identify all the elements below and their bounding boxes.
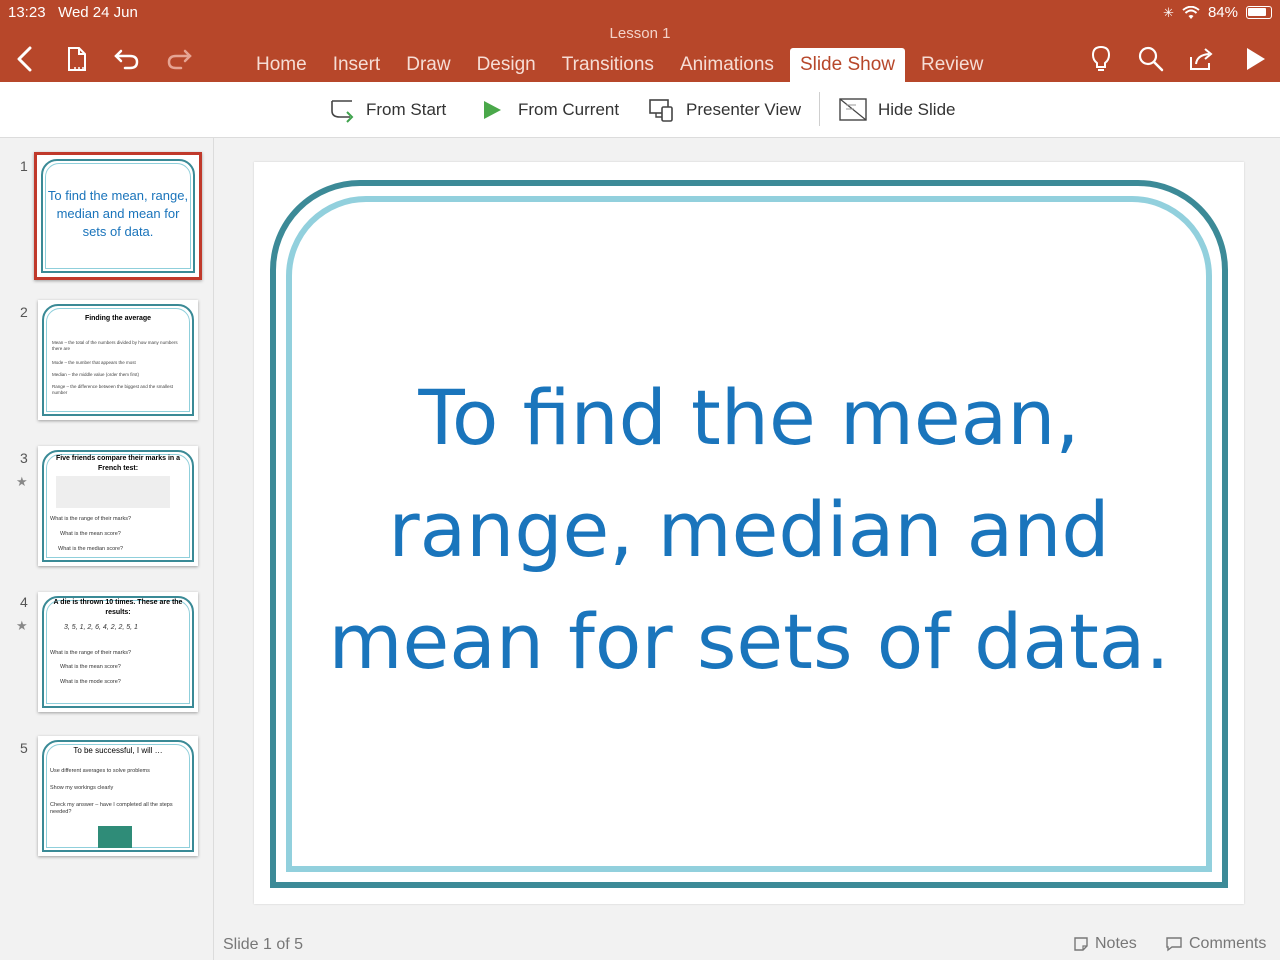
thumbnail-line: What is the mean score? [60,531,121,537]
tab-draw[interactable]: Draw [396,48,460,82]
tab-slide-show[interactable]: Slide Show [789,48,905,82]
from-current-label: From Current [518,100,620,119]
slide-title-line: range, median and [388,485,1110,574]
play-icon[interactable] [1240,44,1270,74]
from-start-label: From Start [366,100,447,119]
notes-icon [1074,937,1088,951]
slide-thumbnail-4[interactable]: A die is thrown 10 times. These are the … [38,592,198,712]
slide-title-line: To find the mean, [418,373,1080,462]
status-bar: Slide 1 of 5 Notes Comments [215,928,1280,960]
battery-icon [1246,6,1272,19]
tab-review[interactable]: Review [911,48,993,82]
title-bar: 13:23 Wed 24 Jun ✳ 84% Lesson 1 Home Ins… [0,0,1280,82]
ribbon-tabs: Home Insert Draw Design Transitions Anim… [246,48,999,82]
thumbnail-line: What is the range of their marks? [50,516,132,522]
thumbnail-heading: A die is thrown 10 times. These are the … [53,599,183,616]
back-icon[interactable] [10,44,40,74]
thumbnail-line: Use different averages to solve problems [50,768,150,774]
clock: 13:23 [8,4,46,21]
thumbnail-line: Show my workings clearly [50,785,114,791]
presenter-view-button[interactable]: Presenter View [648,94,801,126]
activity-icon: ✳ [1163,4,1174,20]
hide-slide-icon [839,98,867,121]
thumbnail-line: Range – the difference between the bigge… [52,384,173,395]
tab-insert[interactable]: Insert [323,48,391,82]
comments-icon [1166,937,1182,952]
slide-title[interactable]: To find the mean, range, median and mean… [314,362,1184,698]
redo-icon[interactable] [164,44,194,74]
slide-thumbnail-1[interactable]: To find the mean, range, median and mean… [34,152,202,280]
battery-percent: 84% [1207,4,1238,21]
from-current-icon [484,101,501,119]
thumbnail-table [56,476,170,508]
thumbnail-line: Mean – the total of the numbers divided … [52,340,178,351]
thumbnail-line: What is the range of their marks? [50,650,132,656]
wifi-icon [1182,5,1200,19]
search-icon[interactable] [1136,44,1166,74]
hide-slide-button[interactable]: Hide Slide [838,94,956,126]
lightbulb-icon[interactable] [1086,44,1116,74]
current-slide[interactable]: To find the mean, range, median and mean… [254,162,1244,904]
thumbnail-number: 3 [20,450,28,466]
notes-button[interactable]: Notes [1073,935,1137,953]
slide-title-line: mean for sets of data. [328,597,1170,686]
animation-star-icon: ★ [16,618,28,633]
thumbnail-line: Median – the middle value (order them fi… [52,372,140,377]
thumbnail-number: 2 [20,304,28,320]
thumbnail-image [98,826,132,848]
thumbnail-line: What is the mode score? [60,679,121,685]
thumbnail-line: Mode – the number that appears the most [52,360,136,365]
tab-home[interactable]: Home [246,48,317,82]
animation-star-icon: ★ [16,474,28,489]
date: Wed 24 Jun [58,4,138,21]
thumbnail-data: 3, 5, 1, 2, 6, 4, 2, 2, 5, 1 [64,624,138,631]
status-time: 13:23 Wed 24 Jun [8,4,138,21]
hide-slide-label: Hide Slide [878,100,956,119]
slide-count: Slide 1 of 5 [223,936,304,953]
slide-show-ribbon: From Start From Current Presenter View H… [0,82,1280,138]
ribbon-divider [819,92,820,126]
tab-design[interactable]: Design [467,48,546,82]
thumbnail-heading: Five friends compare their marks in a Fr… [55,455,181,472]
presenter-view-label: Presenter View [686,100,801,119]
thumbnail-number: 5 [20,740,28,756]
notes-label: Notes [1095,935,1137,952]
thumbnail-line: What is the mean score? [60,664,121,670]
tab-transitions[interactable]: Transitions [552,48,664,82]
tab-animations[interactable]: Animations [670,48,784,82]
document-title[interactable]: Lesson 1 [0,25,1280,42]
file-icon[interactable] [62,44,92,74]
status-indicators: ✳ 84% [1163,4,1272,21]
slide-thumbnail-2[interactable]: Finding the average Mean – the total of … [38,300,198,420]
thumbnail-line: Check my answer – have I completed all t… [50,802,173,815]
thumbnail-heading: To be successful, I will … [73,746,163,755]
slide-thumbnail-3[interactable]: Five friends compare their marks in a Fr… [38,446,198,566]
thumbnail-heading: Finding the average [84,315,152,322]
thumbnail-number: 1 [20,158,28,174]
undo-icon[interactable] [112,44,142,74]
thumbnail-number: 4 [20,594,28,610]
from-current-button[interactable]: From Current [480,94,619,126]
thumbnail-title: To find the mean, range, median and mean… [47,188,189,239]
slide-thumbnail-5[interactable]: To be successful, I will … Use different… [38,736,198,856]
from-start-button[interactable]: From Start [328,94,446,126]
comments-button[interactable]: Comments [1165,935,1266,953]
presenter-view-icon [649,99,673,122]
slide-thumbnail-pane: 1 To find the mean, range, median and me… [0,138,214,960]
from-start-icon [331,100,354,123]
share-icon[interactable] [1186,44,1216,74]
comments-label: Comments [1189,935,1267,952]
thumbnail-line: What is the median score? [58,546,124,552]
